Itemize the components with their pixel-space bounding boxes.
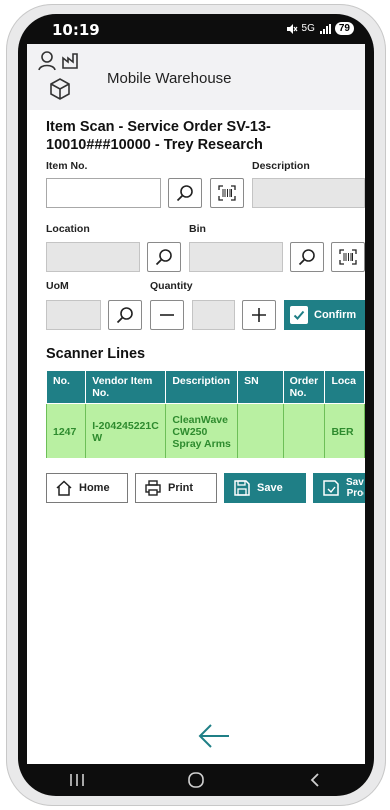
recent-apps-icon [70, 774, 85, 786]
bin-field [189, 242, 283, 272]
status-time: 10:19 [52, 21, 100, 39]
search-icon [116, 307, 133, 324]
table-cell: 1247 [46, 403, 87, 458]
search-icon [155, 249, 172, 266]
column-header: Loca [324, 370, 365, 404]
search-icon [176, 185, 193, 202]
quantity-increment-button[interactable] [242, 300, 276, 330]
table-cell: CleanWave CW250 Spray Arms [165, 403, 239, 458]
home-button[interactable]: Home [46, 473, 128, 503]
location-field [46, 242, 140, 272]
print-button[interactable]: Print [135, 473, 217, 503]
location-lookup-button[interactable] [147, 242, 181, 272]
scanner-lines-title: Scanner Lines [46, 346, 146, 362]
back-nav-icon [310, 773, 319, 787]
save-label: Save [257, 482, 283, 494]
app-header: Mobile Warehouse [27, 44, 365, 110]
print-label: Print [168, 482, 194, 494]
mute-icon [286, 23, 298, 34]
uom-label: UoM [46, 280, 69, 292]
column-header: Order No. [282, 370, 326, 404]
column-header: Description [165, 370, 239, 404]
uom-lookup-button[interactable] [108, 300, 142, 330]
page-title: Item Scan - Service Order SV-13-10010###… [46, 119, 271, 153]
table-cell [282, 403, 326, 458]
back-nav-button[interactable] [300, 768, 330, 792]
phone-bezel: 10:19 5G 79 Mobile Warehouse Item Scan -… [18, 14, 374, 796]
minus-icon [160, 314, 174, 316]
save-proceed-button[interactable]: Save Proc [313, 473, 365, 503]
location-label: Location [46, 223, 90, 235]
phone-frame: 10:19 5G 79 Mobile Warehouse Item Scan -… [6, 4, 386, 806]
item-no-label: Item No. [46, 160, 88, 172]
search-icon [298, 249, 315, 266]
table-header-row: No. Vendor Item No. Description SN Order… [46, 370, 365, 404]
battery-level: 79 [334, 22, 354, 35]
table-cell [237, 403, 284, 458]
status-bar: 10:19 5G 79 [18, 14, 374, 44]
table-row[interactable]: 1247 I-204245221CW CleanWave CW250 Spray… [46, 403, 365, 458]
barcode-scan-icon [218, 185, 236, 201]
signal-icon [319, 23, 331, 34]
item-lookup-button[interactable] [168, 178, 202, 208]
item-scan-button[interactable] [210, 178, 244, 208]
quantity-label: Quantity [150, 280, 193, 292]
back-arrow-icon[interactable] [197, 722, 231, 750]
description-label: Description [252, 160, 310, 172]
recent-apps-button[interactable] [62, 768, 92, 792]
bin-scan-button[interactable] [331, 242, 365, 272]
table-cell: BER [324, 403, 365, 458]
android-nav-bar [18, 764, 374, 796]
description-field [252, 178, 365, 208]
home-nav-icon [188, 772, 204, 788]
confirm-label: Confirm [314, 309, 357, 321]
scanner-lines-table-wrap[interactable]: No. Vendor Item No. Description SN Order… [46, 370, 365, 458]
save-button[interactable]: Save [224, 473, 306, 503]
home-label: Home [79, 482, 110, 494]
home-nav-button[interactable] [181, 768, 211, 792]
printer-icon [144, 479, 162, 497]
bin-lookup-button[interactable] [290, 242, 324, 272]
quantity-field[interactable] [192, 300, 235, 330]
item-no-input[interactable] [46, 178, 161, 208]
table-cell: I-204245221CW [85, 403, 167, 458]
barcode-scan-icon [339, 249, 357, 265]
network-label: 5G [301, 23, 315, 34]
bin-label: Bin [189, 223, 206, 235]
status-icons: 5G 79 [286, 22, 354, 35]
column-header: Vendor Item No. [85, 370, 167, 404]
save-icon [233, 479, 251, 497]
quantity-decrement-button[interactable] [150, 300, 184, 330]
confirm-button[interactable]: Confirm [284, 300, 365, 330]
home-icon [55, 479, 73, 497]
uom-field [46, 300, 101, 330]
column-header: No. [46, 370, 87, 404]
save-proceed-icon [322, 479, 340, 497]
save-proceed-label: Save Proc [346, 477, 364, 499]
plus-icon [252, 308, 266, 322]
app-title: Mobile Warehouse [107, 70, 232, 87]
warehouse-logo-icon [38, 51, 78, 100]
column-header: SN [237, 370, 284, 404]
app-screen: Mobile Warehouse Item Scan - Service Ord… [27, 44, 365, 764]
scanner-lines-table: No. Vendor Item No. Description SN Order… [46, 370, 365, 458]
check-icon [290, 306, 308, 324]
